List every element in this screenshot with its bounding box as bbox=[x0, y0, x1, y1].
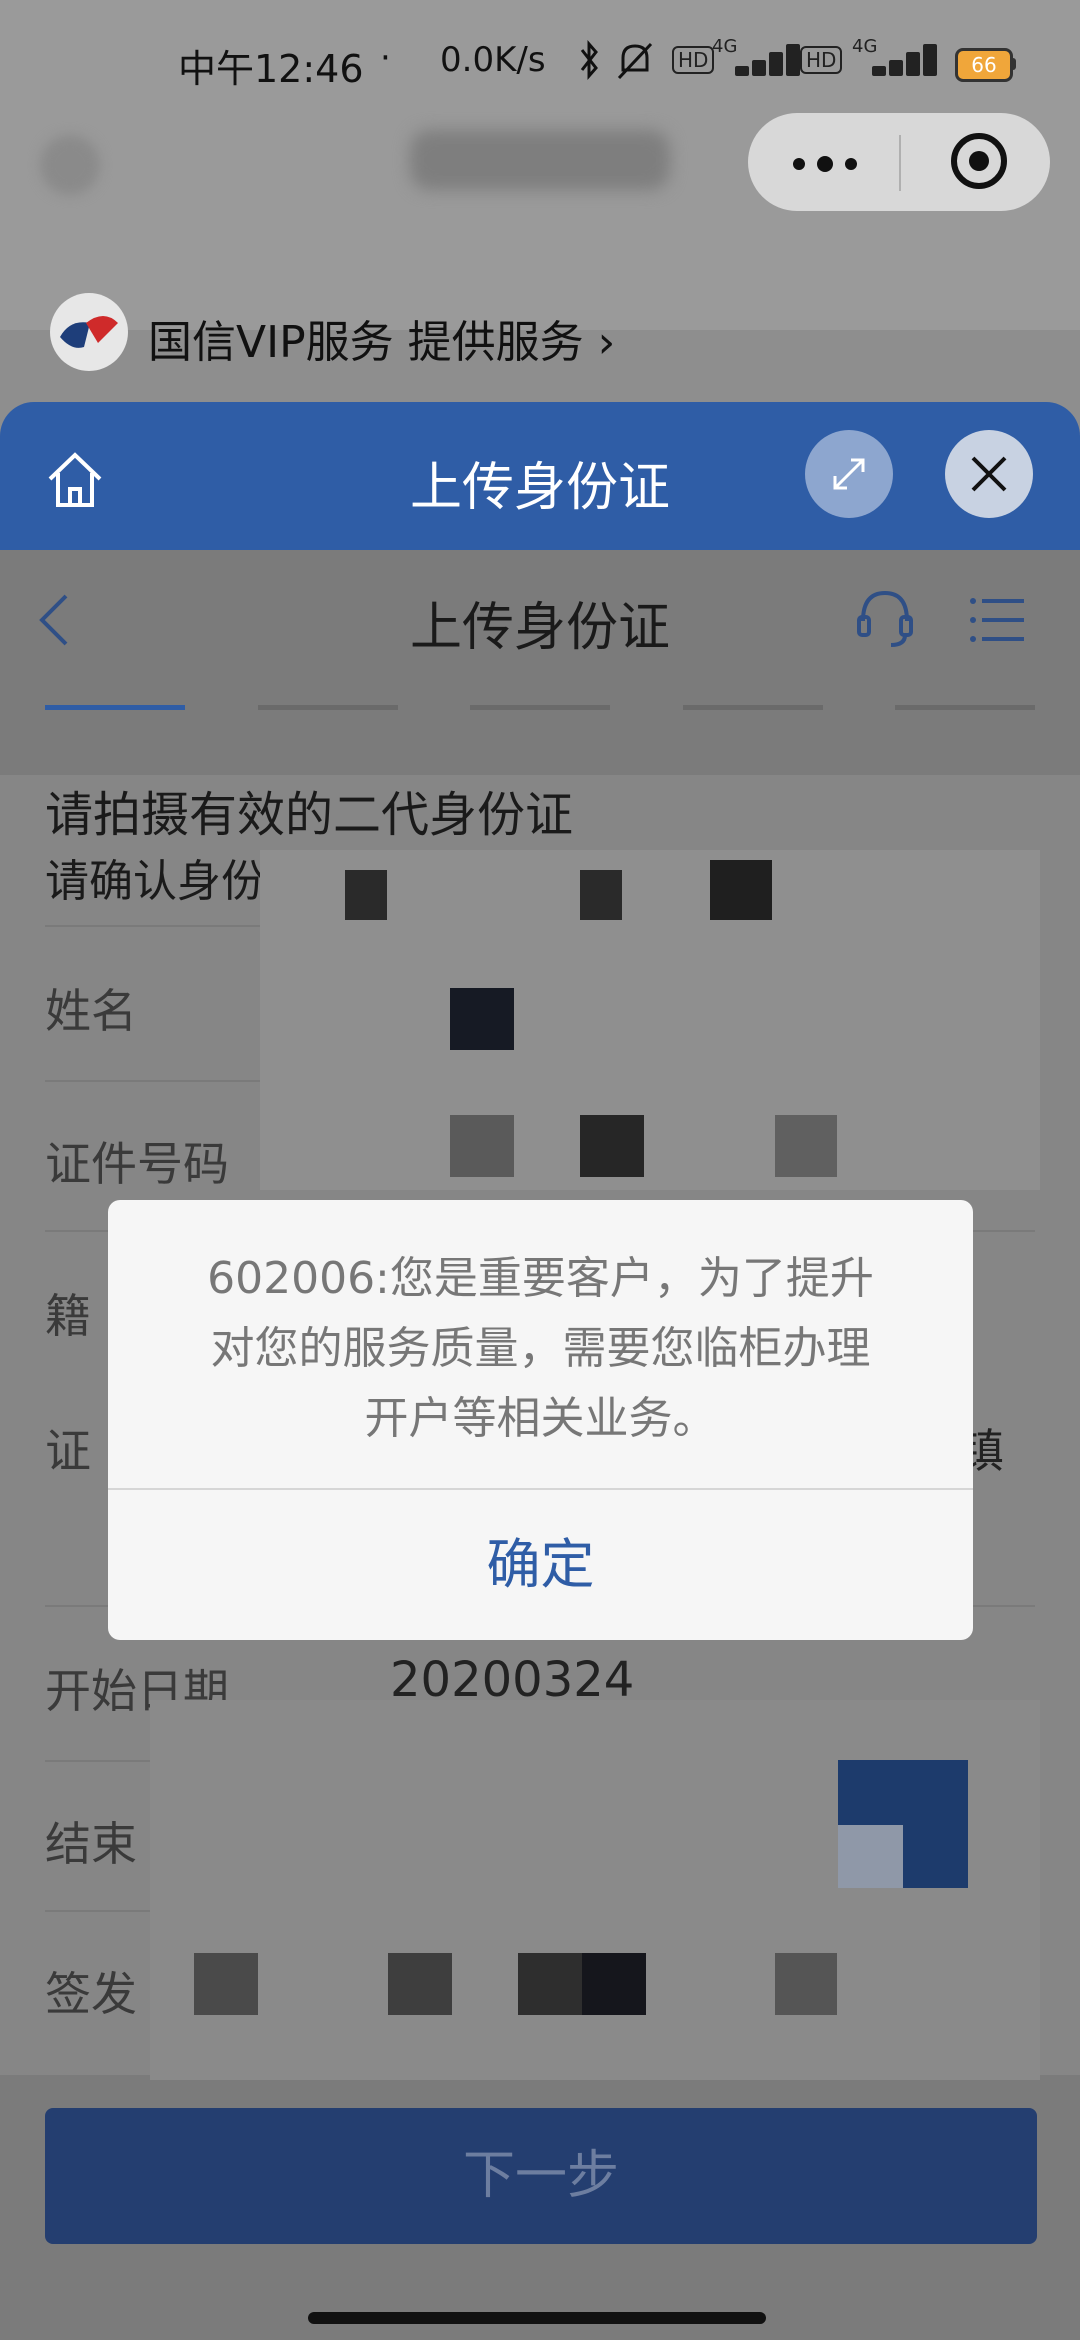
more-options-button[interactable] bbox=[760, 120, 890, 204]
guoxin-logo-icon bbox=[60, 316, 118, 348]
home-indicator[interactable] bbox=[308, 2312, 766, 2324]
mosaic-block bbox=[450, 988, 514, 1050]
blurred-back-button[interactable] bbox=[40, 135, 100, 195]
bluetooth-icon bbox=[580, 40, 598, 80]
dialog-message: 602006:您是重要客户，为了提升 对您的服务质量，需要您临柜办理 开户等相关… bbox=[108, 1244, 973, 1454]
signal-bar bbox=[769, 52, 783, 76]
battery-cap bbox=[1010, 58, 1016, 70]
network-type: 4G bbox=[712, 36, 738, 57]
provider-link[interactable]: 国信VIP服务 提供服务 › bbox=[148, 306, 615, 370]
capsule-divider bbox=[899, 135, 901, 191]
expand-button[interactable] bbox=[805, 430, 893, 518]
field-label-ethnicity: 籍 bbox=[45, 1289, 91, 1343]
status-bar: 中午12:46 · 0.0K/s HD 4G HD 4G 66 bbox=[0, 0, 1080, 120]
blurred-title bbox=[410, 130, 670, 190]
mosaic-block bbox=[775, 1953, 837, 2015]
headset-icon[interactable] bbox=[855, 585, 915, 650]
mosaic-block bbox=[838, 1825, 903, 1888]
status-time: 中午12:46 bbox=[178, 47, 364, 91]
close-icon bbox=[971, 456, 1007, 492]
network-type: 4G bbox=[852, 36, 878, 57]
network-speed: 0.0K/s bbox=[440, 40, 546, 80]
step-indicator-active bbox=[45, 705, 185, 710]
bell-off-icon bbox=[617, 42, 653, 80]
target-dot bbox=[969, 151, 989, 171]
mosaic-block bbox=[450, 1115, 514, 1177]
signal-bar bbox=[872, 66, 886, 76]
exit-miniapp-button[interactable] bbox=[925, 120, 1035, 204]
field-label-end-date: 结束 bbox=[45, 1817, 137, 1871]
step-indicator bbox=[470, 705, 610, 710]
field-label-issuer: 签发 bbox=[45, 1967, 137, 2021]
mosaic-block bbox=[518, 1953, 582, 2015]
expand-icon bbox=[833, 458, 865, 490]
page-title: 上传身份证 bbox=[409, 598, 670, 658]
signal-bar bbox=[752, 60, 766, 76]
alert-dialog: 602006:您是重要客户，为了提升 对您的服务质量，需要您临柜办理 开户等相关… bbox=[108, 1200, 973, 1640]
provider-logo bbox=[50, 293, 128, 371]
field-label-id-number: 证件号码 bbox=[45, 1137, 229, 1191]
battery-icon: 66 bbox=[955, 48, 1013, 82]
step-indicator bbox=[895, 705, 1035, 710]
dialog-message-line: 对您的服务质量，需要您临柜办理 bbox=[210, 1323, 871, 1374]
signal-bar bbox=[906, 52, 920, 76]
more-dot-icon bbox=[845, 158, 857, 170]
mosaic-block bbox=[388, 1953, 452, 2015]
provider-label: 国信VIP服务 提供服务 bbox=[148, 317, 584, 368]
mosaic-block bbox=[580, 1115, 644, 1177]
dialog-confirm-button[interactable]: 确定 bbox=[108, 1490, 973, 1640]
signal-bar bbox=[786, 44, 800, 76]
mosaic-block bbox=[582, 1953, 646, 2015]
signal-bar bbox=[889, 60, 903, 76]
more-dot-icon bbox=[817, 156, 833, 172]
next-step-button[interactable]: 下一步 bbox=[45, 2108, 1037, 2244]
mosaic-block bbox=[775, 1115, 837, 1177]
privacy-mosaic bbox=[150, 1700, 1040, 2080]
dialog-message-line: 开户等相关业务。 bbox=[364, 1393, 717, 1444]
step-indicator bbox=[683, 705, 823, 710]
close-button[interactable] bbox=[945, 430, 1033, 518]
field-label-name: 姓名 bbox=[45, 984, 137, 1038]
menu-icon[interactable] bbox=[968, 595, 1028, 645]
hd-badge: HD bbox=[672, 46, 715, 74]
field-label-address: 证 bbox=[45, 1424, 91, 1478]
mosaic-block bbox=[580, 870, 622, 920]
signal-bar bbox=[735, 66, 749, 76]
more-dot-icon bbox=[793, 158, 805, 170]
step-indicator bbox=[258, 705, 398, 710]
mosaic-block bbox=[194, 1953, 258, 2015]
hd-badge: HD bbox=[800, 46, 843, 74]
dialog-message-line: 602006:您是重要客户，为了提升 bbox=[207, 1253, 874, 1304]
instruction-text: 请拍摄有效的二代身份证 bbox=[45, 787, 574, 843]
mosaic-block bbox=[345, 870, 387, 920]
chevron-right-icon: › bbox=[583, 317, 616, 368]
mosaic-block bbox=[710, 860, 772, 920]
sheet-title: 上传身份证 bbox=[409, 458, 670, 518]
signal-bar bbox=[923, 44, 937, 76]
